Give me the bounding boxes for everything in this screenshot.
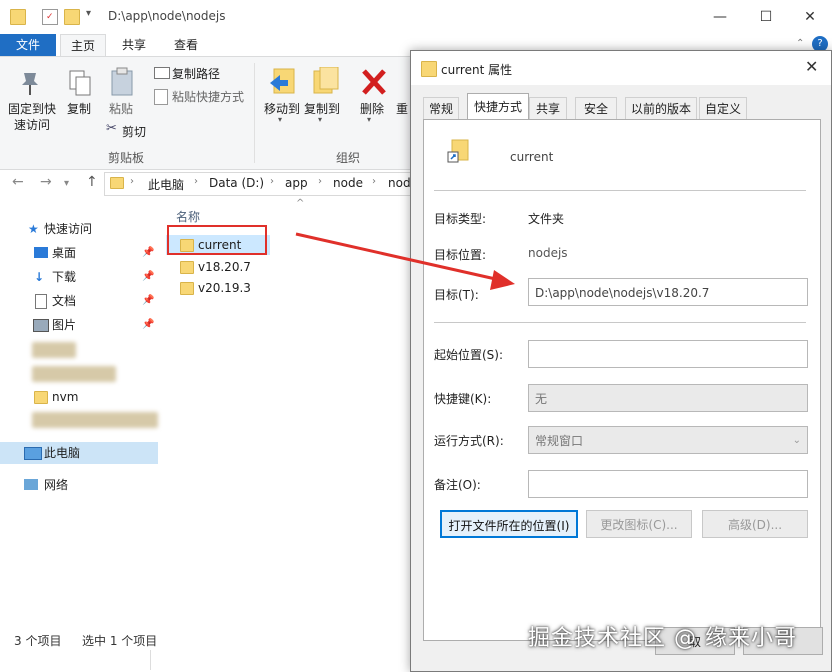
watermark: 掘金技术社区 @ 缘来小哥	[528, 626, 797, 651]
annotation-arrow	[295, 232, 515, 290]
